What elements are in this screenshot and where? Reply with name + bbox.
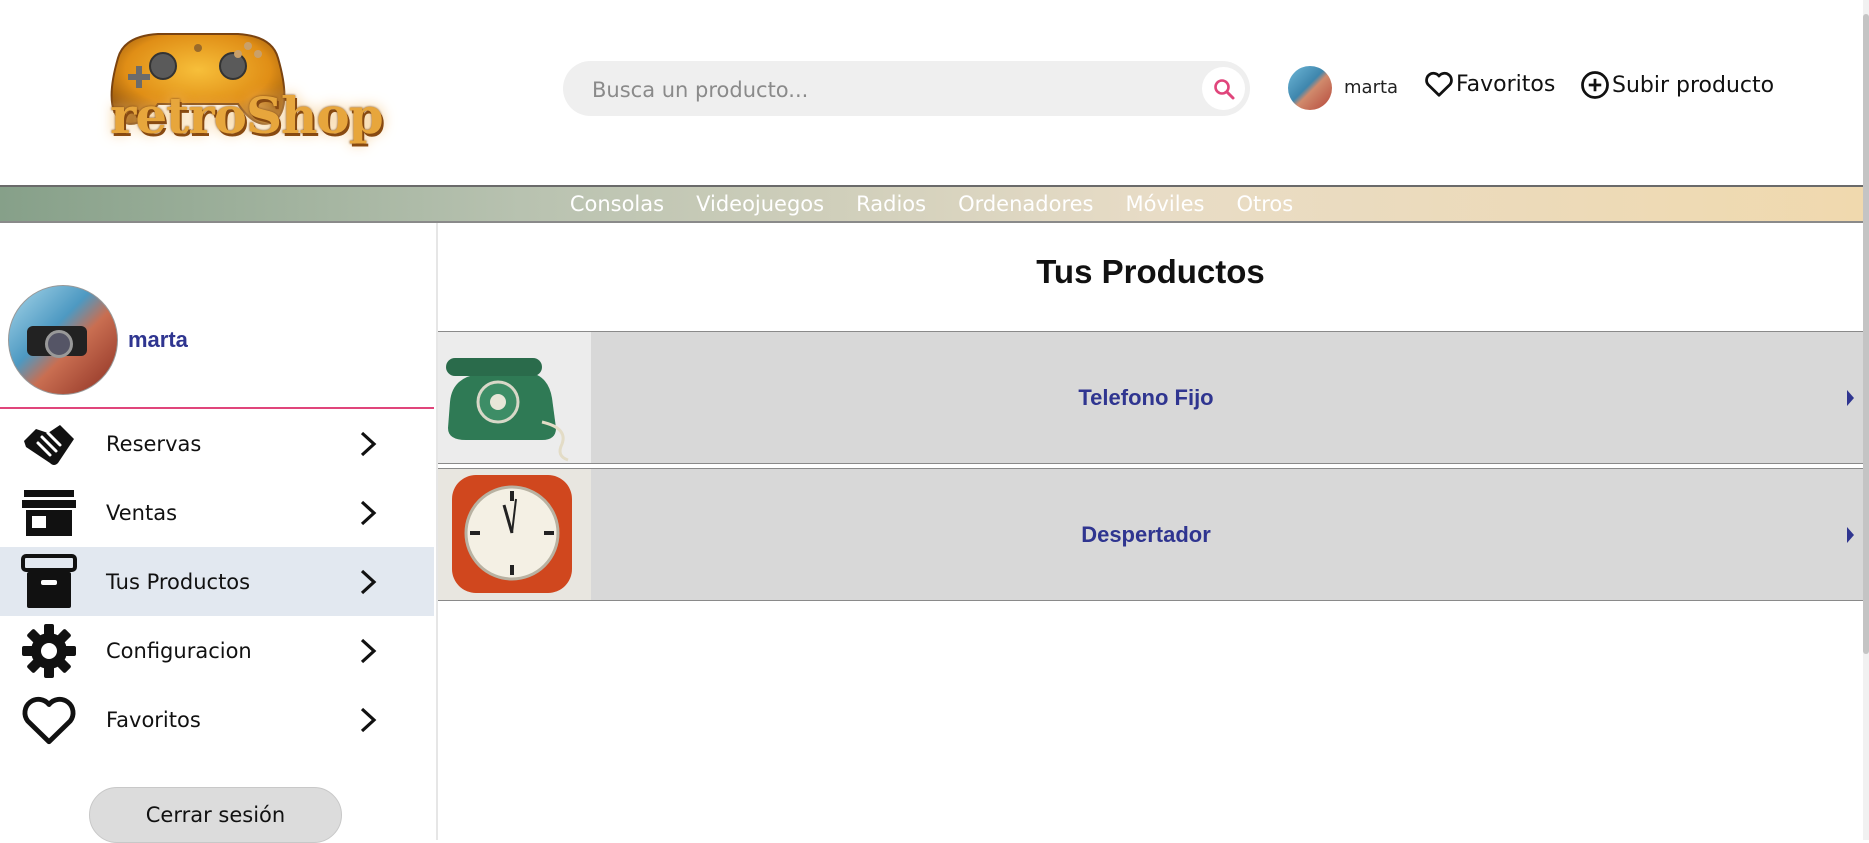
sidebar-item-label: Tus Productos: [106, 569, 251, 594]
search-bar: [563, 61, 1250, 118]
category-videojuegos[interactable]: Videojuegos: [696, 192, 824, 216]
sidebar: marta Reservas Ventas Tus Productos Conf…: [0, 223, 438, 843]
sidebar-item-label: Ventas: [106, 500, 178, 525]
favorites-label: Favoritos: [1456, 71, 1556, 97]
category-ordenadores[interactable]: Ordenadores: [958, 192, 1093, 216]
page-title: Tus Productos: [1036, 253, 1265, 290]
retroshop-logo[interactable]: retroShop: [88, 18, 388, 153]
category-radios[interactable]: Radios: [856, 192, 926, 216]
favorites-link[interactable]: Favoritos: [1424, 70, 1555, 98]
sidebar-item-configuracion[interactable]: Configuracion: [0, 616, 434, 685]
sidebar-item-reservas[interactable]: Reservas: [0, 409, 434, 478]
category-consolas[interactable]: Consolas: [570, 192, 664, 216]
logout-button[interactable]: Cerrar sesión: [89, 787, 342, 843]
chevron-right-icon: [358, 498, 380, 528]
product-name[interactable]: Despertador: [591, 469, 1701, 600]
sidebar-item-label: Reservas: [106, 431, 202, 456]
store-icon: [20, 484, 78, 542]
category-moviles[interactable]: Móviles: [1126, 192, 1205, 216]
heart-icon: [20, 691, 78, 749]
sidebar-item-label: Favoritos: [106, 707, 201, 732]
header-user-name: marta: [1344, 77, 1399, 98]
product-row[interactable]: Telefono Fijo: [438, 331, 1863, 464]
search-button[interactable]: [1202, 67, 1245, 110]
chevron-right-icon: [358, 567, 380, 597]
product-image-phone[interactable]: [438, 332, 591, 463]
user-menu[interactable]: marta: [1288, 65, 1398, 110]
sidebar-item-ventas[interactable]: Ventas: [0, 478, 434, 547]
avatar: [1288, 65, 1332, 110]
gear-icon: [20, 622, 78, 680]
search-icon: [1213, 78, 1234, 99]
handshake-icon: [20, 415, 78, 473]
header: retroShop marta Favoritos Subir producto: [0, 0, 1869, 185]
product-name[interactable]: Telefono Fijo: [591, 332, 1701, 463]
caret-right-icon[interactable]: [1847, 390, 1854, 406]
upload-product-link[interactable]: Subir producto: [1580, 70, 1774, 100]
profile-user-name: marta: [128, 327, 188, 352]
sidebar-item-tus-productos[interactable]: Tus Productos: [0, 547, 434, 616]
caret-right-icon[interactable]: [1847, 527, 1854, 543]
product-image-clock[interactable]: [438, 469, 591, 600]
product-row[interactable]: Despertador: [438, 468, 1863, 601]
chevron-right-icon: [358, 636, 380, 666]
chevron-right-icon: [358, 429, 380, 459]
page-scrollbar[interactable]: [1863, 0, 1869, 840]
sidebar-menu: Reservas Ventas Tus Productos Configurac…: [0, 409, 434, 754]
profile-avatar: [8, 285, 118, 395]
category-nav: Consolas Videojuegos Radios Ordenadores …: [0, 185, 1863, 223]
plus-circle-icon: [1581, 71, 1609, 99]
sidebar-item-label: Configuracion: [106, 638, 252, 663]
chevron-right-icon: [358, 705, 380, 735]
logo-text: retroShop: [110, 86, 384, 145]
main-content: Tus Productos Telefono Fijo Despertador: [438, 223, 1863, 840]
scrollbar-thumb[interactable]: [1863, 14, 1869, 654]
upload-label: Subir producto: [1612, 72, 1775, 98]
heart-outline-icon: [1425, 71, 1453, 97]
archive-box-icon: [20, 553, 78, 611]
sidebar-item-favoritos[interactable]: Favoritos: [0, 685, 434, 754]
profile-card: marta: [8, 285, 188, 395]
search-input[interactable]: [590, 61, 1164, 118]
category-otros[interactable]: Otros: [1236, 192, 1293, 216]
